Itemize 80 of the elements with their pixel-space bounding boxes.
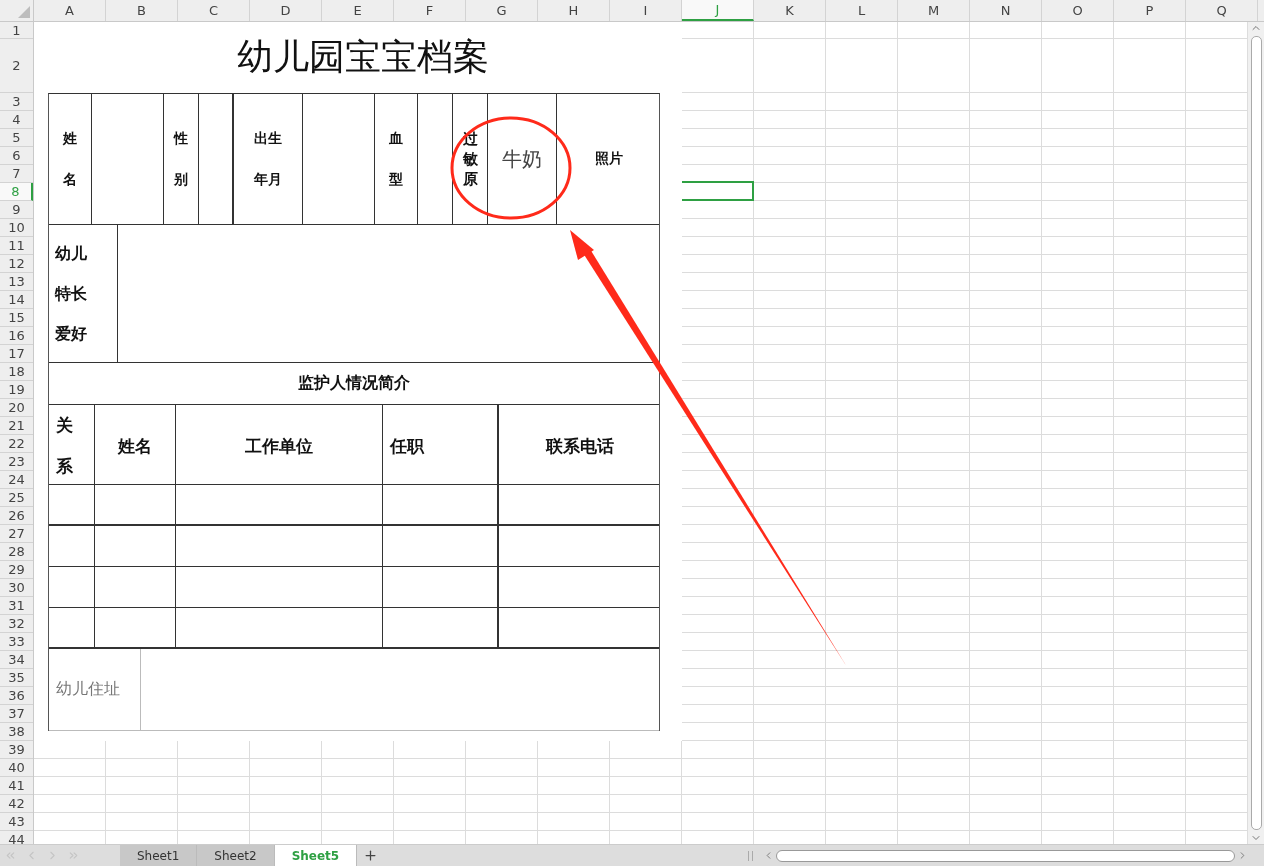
column-header[interactable]: P <box>1114 0 1186 21</box>
row-header[interactable]: 2 <box>0 39 33 93</box>
row-header[interactable]: 28 <box>0 543 33 561</box>
row-header[interactable]: 41 <box>0 777 33 795</box>
column-label: 联系电话 <box>546 434 614 458</box>
field-label: 血型 <box>389 129 403 189</box>
sheet-tab[interactable]: Sheet2 <box>197 845 275 866</box>
column-label: 姓名 <box>118 434 152 458</box>
column-label: 任职 <box>390 434 424 458</box>
row-header[interactable]: 35 <box>0 669 33 687</box>
column-header[interactable]: E <box>322 0 394 21</box>
row-header[interactable]: 23 <box>0 453 33 471</box>
row-header[interactable]: 21 <box>0 417 33 435</box>
row-header[interactable]: 20 <box>0 399 33 417</box>
column-header[interactable]: H <box>538 0 610 21</box>
row-header[interactable]: 3 <box>0 93 33 111</box>
row-header[interactable]: 32 <box>0 615 33 633</box>
row-header[interactable]: 16 <box>0 327 33 345</box>
form-title: 幼儿园宝宝档案 <box>236 35 490 79</box>
row-header[interactable]: 39 <box>0 741 33 759</box>
field-label: 姓名 <box>63 129 77 189</box>
row-header[interactable]: 38 <box>0 723 33 741</box>
column-header[interactable]: Q <box>1186 0 1258 21</box>
sheet-tab[interactable]: Sheet1 <box>120 845 198 866</box>
row-header[interactable]: 27 <box>0 525 33 543</box>
row-header[interactable]: 37 <box>0 705 33 723</box>
column-header[interactable]: L <box>826 0 898 21</box>
scrollbar-thumb[interactable] <box>1250 36 1262 830</box>
plus-icon <box>363 848 379 863</box>
row-header[interactable]: 36 <box>0 687 33 705</box>
field-label: 出生年月 <box>254 129 282 189</box>
row-header[interactable]: 9 <box>0 201 33 219</box>
row-header[interactable]: 6 <box>0 147 33 165</box>
double-chevron-left-icon <box>4 849 17 862</box>
column-header[interactable]: G <box>466 0 538 21</box>
double-chevron-right-icon <box>67 849 80 862</box>
column-header[interactable]: B <box>106 0 178 21</box>
row-header[interactable]: 31 <box>0 597 33 615</box>
splitter-handle[interactable] <box>748 850 753 861</box>
column-label: 工作单位 <box>245 434 313 458</box>
column-header[interactable]: F <box>394 0 466 21</box>
row-header[interactable]: 43 <box>0 813 33 831</box>
row-header[interactable]: 25 <box>0 489 33 507</box>
row-header[interactable]: 24 <box>0 471 33 489</box>
scrollbar-thumb[interactable] <box>776 849 1235 862</box>
column-header[interactable]: D <box>250 0 322 21</box>
row-header[interactable]: 33 <box>0 633 33 651</box>
column-header[interactable]: K <box>754 0 826 21</box>
row-header[interactable]: 19 <box>0 381 33 399</box>
row-header[interactable]: 13 <box>0 273 33 291</box>
photo-label: 照片 <box>595 150 623 168</box>
row-header[interactable]: 18 <box>0 363 33 381</box>
column-header[interactable]: A <box>34 0 106 21</box>
row-header[interactable]: 10 <box>0 219 33 237</box>
row-header[interactable]: 11 <box>0 237 33 255</box>
corner-triangle-icon <box>18 6 30 18</box>
field-value: 牛奶 <box>502 145 542 173</box>
row-header[interactable]: 42 <box>0 795 33 813</box>
row-header[interactable]: 1 <box>0 22 33 39</box>
row-header[interactable]: 14 <box>0 291 33 309</box>
row-header[interactable]: 17 <box>0 345 33 363</box>
row-header[interactable]: 30 <box>0 579 33 597</box>
row-header[interactable]: 34 <box>0 651 33 669</box>
field-label: 幼儿住址 <box>56 679 120 700</box>
field-label: 性别 <box>174 129 188 189</box>
row-header[interactable]: 5 <box>0 129 33 147</box>
column-header[interactable]: M <box>898 0 970 21</box>
row-header[interactable]: 29 <box>0 561 33 579</box>
row-header[interactable]: 26 <box>0 507 33 525</box>
column-label: 关系 <box>56 414 73 478</box>
row-header[interactable]: 4 <box>0 111 33 129</box>
field-label: 幼儿特长爱好 <box>55 242 87 345</box>
section-heading: 监护人情况简介 <box>298 373 410 394</box>
row-header[interactable]: 22 <box>0 435 33 453</box>
column-header[interactable]: N <box>970 0 1042 21</box>
row-header[interactable]: 12 <box>0 255 33 273</box>
column-header[interactable]: O <box>1042 0 1114 21</box>
row-header[interactable]: 15 <box>0 309 33 327</box>
row-header[interactable]: 40 <box>0 759 33 777</box>
column-header[interactable]: C <box>178 0 250 21</box>
